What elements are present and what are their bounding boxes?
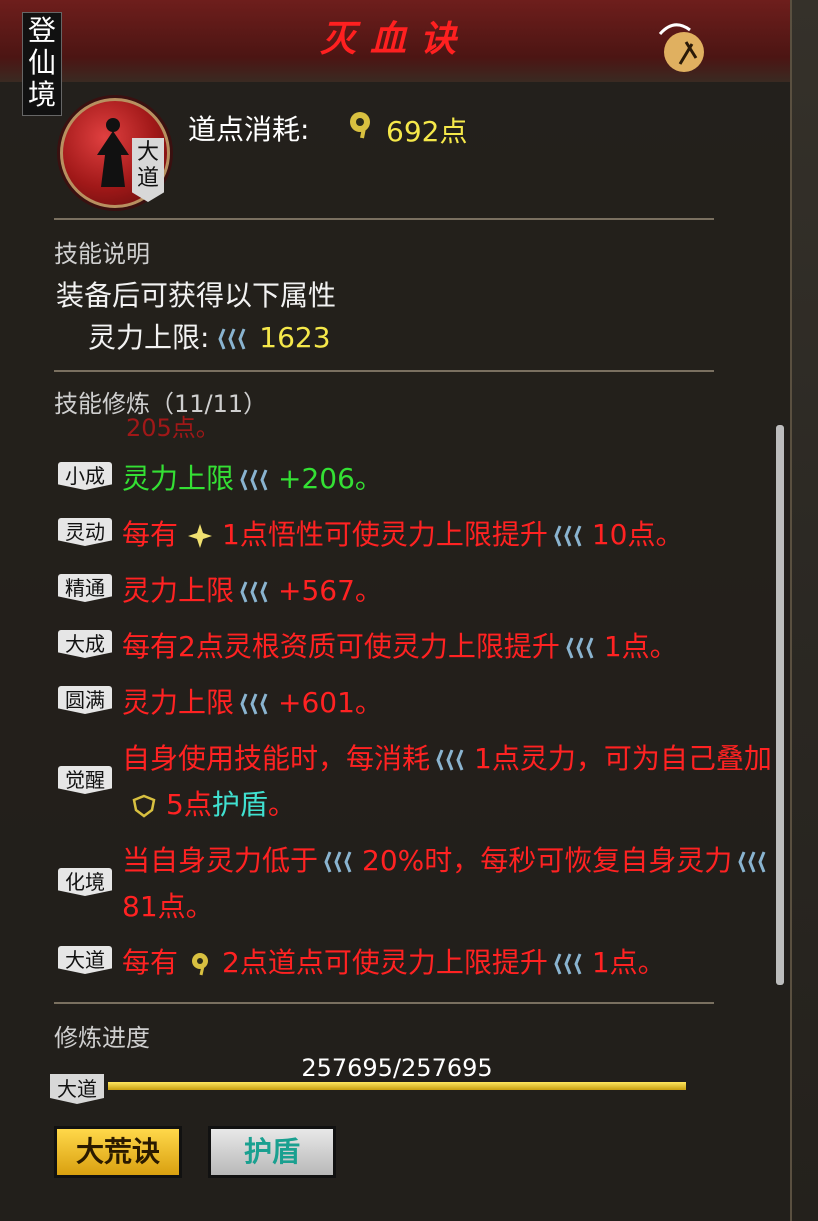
shield-icon: [132, 794, 156, 818]
emblem-icon: [658, 23, 704, 72]
effect-segment: +601。: [278, 686, 383, 719]
tier-badge: 大道: [58, 946, 112, 974]
effect-text: 自身使用技能时，每消耗 1点灵力，可为自己叠加 5点护盾。: [122, 736, 782, 828]
tier-badge: 大成: [58, 630, 112, 658]
progress-tier-badge: 大道: [50, 1074, 104, 1104]
effect-segment: 护盾: [211, 788, 268, 821]
description-heading: 技能说明: [54, 240, 150, 268]
effect-segment: 20%时，每秒可恢复自身灵力: [362, 844, 733, 877]
mana-icon: [554, 953, 582, 975]
effect-segment: 1点。: [603, 630, 678, 663]
effect-segment: 。: [267, 788, 296, 821]
effect-text: 每有 1点悟性可使灵力上限提升 10点。: [122, 512, 782, 558]
tier-badge: 小成: [58, 462, 112, 490]
dao-point-icon: [192, 953, 209, 976]
mana-icon: [436, 749, 464, 771]
effect-text: 当自身灵力低于 20%时，每秒可恢复自身灵力 81点。: [122, 838, 782, 930]
effect-text: 每有2点灵根资质可使灵力上限提升 1点。: [122, 624, 782, 670]
tier-badge: 灵动: [58, 518, 112, 546]
effect-segment: 每有: [122, 946, 179, 979]
progress-heading: 修炼进度: [54, 1024, 150, 1052]
effect-text: 灵力上限 +206。: [122, 456, 782, 502]
mana-icon: [240, 469, 268, 491]
clipped-row-text: 205点。: [126, 414, 220, 442]
shield-button[interactable]: 护盾: [208, 1126, 336, 1178]
mana-icon: [738, 851, 766, 873]
effect-segment: +206。: [278, 462, 383, 495]
progress-bar: [108, 1082, 686, 1090]
tier-badge: 圆满: [58, 686, 112, 714]
mana-icon: [324, 851, 352, 873]
effect-segment: 1点灵力，可为自己叠加: [474, 742, 772, 775]
mana-icon: [554, 525, 582, 547]
effect-segment: 自身使用技能时，每消耗: [122, 742, 431, 775]
effect-segment: +567。: [278, 574, 383, 607]
effect-segment: 2点道点可使灵力上限提升: [222, 946, 548, 979]
divider: [54, 1002, 714, 1004]
mana-icon: [566, 637, 594, 659]
divider: [54, 370, 714, 372]
effect-segment: 每有: [122, 518, 179, 551]
effect-text: 每有 2点道点可使灵力上限提升 1点。: [122, 940, 782, 986]
effect-segment: 灵力上限: [122, 686, 235, 719]
stat-label: 灵力上限:: [88, 321, 210, 354]
divider: [54, 218, 714, 220]
avatar-tier-tag: 大道: [132, 138, 164, 202]
dahuangjue-button[interactable]: 大荒诀: [54, 1126, 182, 1178]
effect-segment: 每有2点灵根资质可使灵力上限提升: [122, 630, 560, 663]
stat-value: 1623: [259, 321, 331, 354]
insight-star-icon: [188, 524, 213, 548]
mana-icon: [240, 581, 268, 603]
cost-value: 692点: [386, 115, 468, 148]
effect-segment: 5点: [166, 788, 212, 821]
progress-fill: [108, 1082, 686, 1090]
effect-segment: 81点。: [122, 890, 214, 923]
progress-text: 257695/257695: [301, 1054, 493, 1082]
tier-badge: 精通: [58, 574, 112, 602]
tier-badge: 化境: [58, 868, 112, 896]
effect-segment: 1点悟性可使灵力上限提升: [222, 518, 548, 551]
scrollbar-thumb[interactable]: [776, 425, 784, 985]
mana-icon: [218, 328, 246, 350]
effect-segment: 灵力上限: [122, 462, 235, 495]
mana-icon: [240, 693, 268, 715]
title-bar: 灭血诀: [0, 0, 790, 82]
description-text: 装备后可获得以下属性: [56, 279, 337, 312]
effect-segment: 10点。: [591, 518, 684, 551]
skill-detail-panel: 灭血诀 登仙境 大道 道点消耗: 692点 技能说明 装备后可获得以下属性 灵力…: [0, 0, 792, 1221]
effect-text: 灵力上限 +601。: [122, 680, 782, 726]
effect-segment: 灵力上限: [122, 574, 235, 607]
effect-segment: 1点。: [591, 946, 666, 979]
realm-label: 登仙境: [22, 12, 62, 116]
tier-badge: 觉醒: [58, 766, 112, 794]
figure-icon: [97, 118, 129, 187]
cost-label: 道点消耗:: [188, 113, 310, 146]
effect-segment: 当自身灵力低于: [122, 844, 319, 877]
stat-line: 灵力上限: 1623: [88, 316, 331, 356]
dao-point-icon: [350, 112, 370, 139]
effect-text: 灵力上限 +567。: [122, 568, 782, 614]
